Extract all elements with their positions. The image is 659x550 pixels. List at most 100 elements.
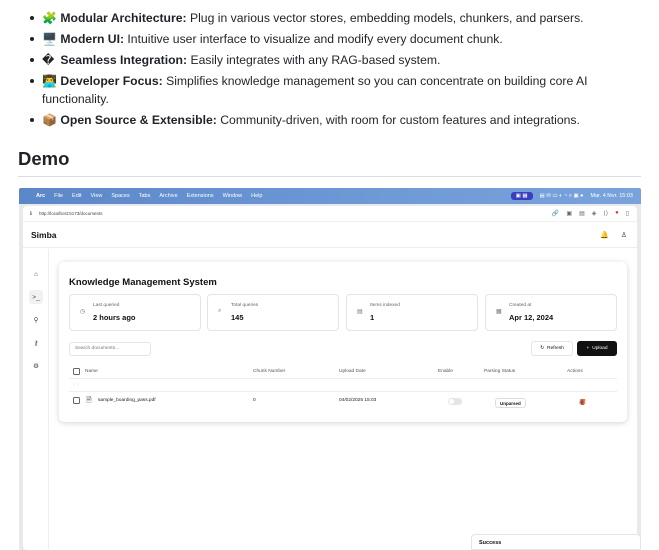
feature-item: 📦 Open Source & Extensible: Community-dr… (30, 111, 642, 129)
upload-button[interactable]: + Upload (577, 341, 617, 356)
stat-label: Created at (509, 303, 532, 308)
stat-label: Last queried (93, 303, 120, 308)
toolbar-icons: 🔗 ▣ ▤ ◈ ⟨⟩ ● ▯ (552, 210, 629, 217)
demo-heading: Demo (18, 148, 70, 169)
menu-item: Extensions (186, 193, 214, 199)
col-name[interactable]: Name (85, 369, 98, 374)
puzzle-icon: 🧩 (42, 11, 57, 25)
kms-card: Knowledge Management System ◷ Last queri… (59, 262, 627, 422)
menu-item: Archive (159, 193, 178, 199)
database-icon: ▤ (357, 309, 363, 315)
status-icons: ▤ ✉ ▭ ◐ ◔ ⌕ ▣ ● (539, 192, 584, 199)
menubar-clock: Mar. 4 févr. 15:03 (590, 193, 634, 199)
row-chunks: 0 (253, 398, 256, 403)
table-row[interactable]: 🗎 sample_boarding_pass.pdf 0 04/02/2025 … (69, 395, 617, 409)
stat-created-at: ▦ Created at Apr 12, 2024 (485, 294, 617, 331)
clock-icon: ◷ (80, 309, 86, 315)
col-chunk-number[interactable]: Chunk Number (253, 369, 285, 374)
app-brand[interactable]: Simba (31, 230, 57, 240)
feature-item: � Seamless Integration: Easily integrate… (30, 51, 642, 69)
menu-item: File (54, 193, 64, 199)
menu-item: Window (222, 193, 243, 199)
card-title: Knowledge Management System (69, 277, 217, 288)
success-toast: Success (471, 534, 641, 550)
browser-window: ℹ http://localhost:5173/documents 🔗 ▣ ▤ … (23, 206, 637, 550)
menu-item: Help (251, 193, 263, 199)
stat-value: 2 hours ago (93, 313, 136, 322)
mac-menubar: Arc File Edit View Spaces Tabs Archive E… (19, 188, 641, 204)
file-icon: 🗎 (86, 397, 92, 404)
stat-label: Total queries (231, 303, 259, 308)
info-icon: ℹ (30, 210, 32, 217)
menu-item: Spaces (111, 193, 130, 199)
menu-item: Edit (72, 193, 82, 199)
header-icons: 🔔 ♙ (600, 231, 627, 239)
col-actions: Actions (567, 369, 583, 374)
settings-icon[interactable]: ⚙ (29, 359, 43, 373)
terminal-icon[interactable]: >_ (29, 290, 43, 304)
url-text[interactable]: http://localhost:5173/documents (39, 211, 103, 216)
app-header: Simba 🔔 ♙ (23, 222, 637, 248)
search-input[interactable]: Search documents... (69, 342, 151, 356)
key-icon[interactable]: ⚷ (29, 336, 43, 350)
stat-label: Items indexed (370, 303, 400, 308)
demo-screenshot: Arc File Edit View Spaces Tabs Archive E… (19, 188, 641, 550)
feature-desc: Community-driven, with room for custom f… (220, 113, 580, 127)
calendar-icon: ▦ (496, 309, 502, 315)
stat-value: 145 (231, 313, 244, 322)
refresh-label: Refresh (547, 346, 564, 351)
home-icon[interactable]: ⌂ (29, 267, 43, 281)
enable-toggle[interactable] (448, 398, 462, 405)
stat-value: Apr 12, 2024 (509, 313, 554, 322)
refresh-button[interactable]: ↻ Refresh (531, 341, 573, 356)
extension-icon[interactable]: ▣ (566, 210, 572, 217)
stat-total-queries: ⌕ Total queries 145 (207, 294, 339, 331)
trash-icon[interactable]: 🗑 (579, 399, 587, 406)
plus-icon: + (586, 346, 590, 351)
feature-list: 🧩 Modular Architecture: Plug in various … (30, 9, 642, 132)
row-divider (69, 378, 617, 379)
folder-icon: 🗀 (73, 382, 79, 388)
shield-icon[interactable]: ● (615, 210, 619, 217)
url-bar: ℹ http://localhost:5173/documents 🔗 ▣ ▤ … (23, 206, 637, 222)
menu-item: Tabs (138, 193, 151, 199)
feature-title: Open Source & Extensible: (60, 113, 217, 127)
extension-icon[interactable]: ▤ (579, 210, 585, 217)
col-upload-date[interactable]: Upload Date (339, 369, 366, 374)
sidebar-icon[interactable]: ▯ (626, 210, 629, 217)
feature-item: 👨‍💻 Developer Focus: Simplifies knowledg… (30, 72, 642, 108)
feature-title: Modular Architecture: (60, 11, 187, 25)
stat-items-indexed: ▤ Items indexed 1 (346, 294, 478, 331)
table-header: Name Chunk Number Upload Date Enable Par… (69, 366, 617, 378)
search-icon: ⌕ (218, 308, 222, 314)
heading-divider (18, 176, 641, 177)
row-name[interactable]: sample_boarding_pass.pdf (98, 398, 156, 403)
status-pill-icon: ▣ ▦ (510, 192, 533, 200)
menu-item: View (90, 193, 103, 199)
user-icon[interactable]: ♙ (621, 231, 627, 239)
stat-value: 1 (370, 313, 375, 322)
bell-icon[interactable]: 🔔 (600, 231, 609, 239)
feature-desc: Plug in various vector stores, embedding… (189, 11, 584, 25)
menubar-status: ▣ ▦ ▤ ✉ ▭ ◐ ◔ ⌕ ▣ ● Mar. 4 févr. 15:03 (510, 192, 634, 200)
link-icon[interactable]: 🔗 (552, 210, 559, 217)
monitor-icon: 🖥️ (42, 32, 57, 46)
code-icon[interactable]: ⟨⟩ (603, 210, 608, 217)
feature-title: Seamless Integration: (60, 53, 188, 67)
feature-desc: Intuitive user interface to visualize an… (127, 32, 503, 46)
extension-icon[interactable]: ◈ (592, 210, 597, 217)
plug-icon[interactable]: ⚲ (29, 313, 43, 327)
row-checkbox[interactable] (73, 397, 80, 404)
feature-item: 🖥️ Modern UI: Intuitive user interface t… (30, 30, 642, 48)
side-nav: ⌂ >_ ⚲ ⚷ ⚙ (23, 249, 49, 549)
feature-title: Modern UI: (60, 32, 125, 46)
col-parsing-status[interactable]: Parsing Status (484, 369, 515, 374)
upload-label: Upload (592, 346, 608, 351)
select-all-checkbox[interactable] (73, 368, 80, 375)
row-date: 04/02/2025 15:03 (339, 398, 377, 403)
feature-item: 🧩 Modular Architecture: Plug in various … (30, 9, 642, 27)
feature-title: Developer Focus: (60, 74, 163, 88)
refresh-icon: ↻ (540, 346, 545, 351)
row-divider (69, 391, 617, 392)
col-enable[interactable]: Enable (438, 369, 453, 374)
